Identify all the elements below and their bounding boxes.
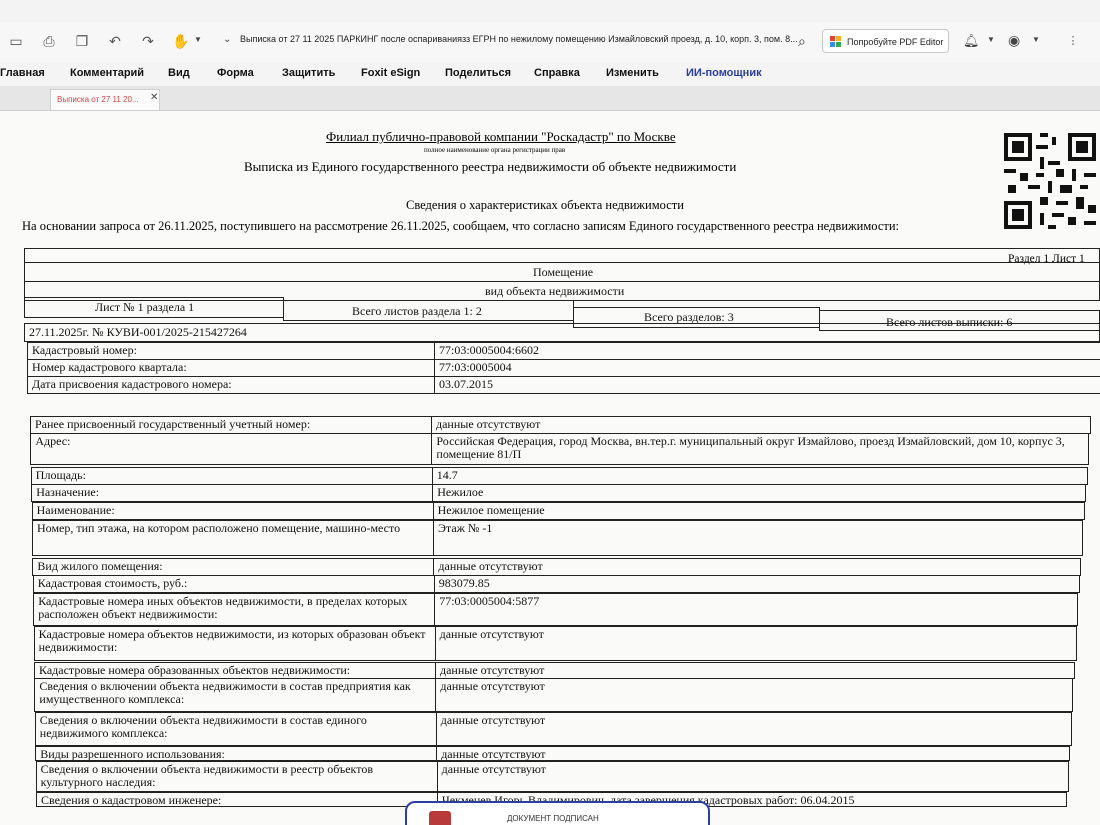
menu-home[interactable]: Главная: [0, 67, 45, 79]
property-value: Этаж № -1: [433, 520, 1083, 556]
qr-code-icon: [1000, 129, 1100, 233]
menu-view[interactable]: Вид: [168, 67, 190, 79]
header-band: [24, 248, 1100, 263]
foxit-logo-icon: [830, 36, 841, 47]
property-value: 14.7: [431, 467, 1088, 485]
property-label: Дата присвоения кадастрового номера:: [27, 376, 435, 394]
menu-help[interactable]: Справка: [534, 67, 580, 79]
pdf-reader-window: ▭ ⎙ ❐ ↶ ↷ ✋ ▼ ⌄ Выписка от 27 11 2025 ПА…: [0, 0, 1100, 825]
property-label: Сведения о включении объекта недвижимост…: [35, 761, 438, 792]
try-pdf-editor-label: Попробуйте PDF Editor: [847, 37, 944, 47]
tab-bar: Выписка от 27 11 20...: [0, 86, 1100, 111]
object-type-cell: Помещение: [24, 262, 1100, 282]
document-page: Филиал публично-правовой компании "Роска…: [0, 111, 1100, 825]
document-title: Выписка от 27 11 2025 ПАРКИНГ после оспа…: [240, 34, 798, 44]
property-label: Сведения о кадастровом инженере:: [36, 792, 438, 807]
property-value: Нежилое: [432, 484, 1087, 502]
more-icon[interactable]: ⋮: [1064, 32, 1082, 50]
property-label: Кадастровый номер:: [27, 342, 435, 360]
save-icon[interactable]: ▭: [7, 32, 25, 50]
request-reference: 27.11.2025г. № КУВИ-001/2025-215427264: [29, 325, 247, 339]
org-name-caption: полное наименование органа регистрации п…: [424, 146, 566, 154]
bell-icon[interactable]: 🔔︎: [963, 33, 980, 49]
property-value: 77:03:0005004:5877: [434, 593, 1079, 626]
property-label: Кадастровая стоимость, руб.:: [32, 575, 435, 593]
property-value: данные отсутствуют: [435, 662, 1075, 679]
top-toolbar: ▭ ⎙ ❐ ↶ ↷ ✋ ▼ ⌄ Выписка от 27 11 2025 ПА…: [0, 22, 1100, 62]
copy-icon[interactable]: ❐: [73, 32, 91, 50]
property-label: Сведения о включении объекта недвижимост…: [34, 712, 437, 746]
property-value: 77:03:0005004: [434, 359, 1100, 377]
property-value: данные отсутствуют: [434, 626, 1077, 661]
ref-cell: 27.11.2025г. № КУВИ-001/2025-215427264: [24, 323, 1100, 342]
property-value: данные отсутствуют: [431, 416, 1091, 434]
total-section-cell: Всего листов раздела 1: 2: [283, 300, 574, 321]
sheet-number: Лист № 1 раздела 1: [95, 300, 195, 314]
property-value: Российская Федерация, город Москва, вн.т…: [431, 433, 1090, 465]
user-dropdown-icon[interactable]: ▼: [1032, 35, 1040, 44]
property-value: данные отсутствуют: [435, 712, 1072, 746]
property-label: Сведения о включении объекта недвижимост…: [34, 678, 437, 712]
property-value: Нежилое помещение: [432, 502, 1085, 520]
redo-icon[interactable]: ↷: [139, 32, 157, 50]
total-section-sheets: Всего листов раздела 1: 2: [352, 304, 482, 318]
print-icon[interactable]: ⎙: [40, 32, 58, 50]
property-label: Вид жилого помещения:: [32, 558, 435, 576]
ribbon-menu: Главная Комментарий Вид Форма Защитить F…: [0, 62, 1100, 86]
info-title: Сведения о характеристиках объекта недви…: [406, 198, 684, 212]
menu-comment[interactable]: Комментарий: [70, 67, 144, 79]
try-pdf-editor-button[interactable]: Попробуйте PDF Editor: [822, 29, 949, 53]
bell-dropdown-icon[interactable]: ▼: [987, 35, 995, 44]
object-type: Помещение: [533, 265, 594, 279]
property-label: Номер, тип этажа, на котором расположено…: [32, 520, 434, 556]
property-value: 03.07.2015: [434, 376, 1100, 394]
signature-stamp: ДОКУМЕНТ ПОДПИСАН: [405, 801, 710, 825]
menu-foxit-esign[interactable]: Foxit eSign: [361, 67, 420, 79]
property-label: Адрес:: [30, 433, 433, 465]
menu-ai-assistant[interactable]: ИИ-помощник: [686, 67, 762, 79]
menu-form[interactable]: Форма: [217, 67, 254, 79]
user-icon[interactable]: ◉: [1008, 32, 1020, 49]
property-value: данные отсутствуют: [433, 558, 1082, 576]
property-label: Площадь:: [30, 467, 433, 485]
property-label: Ранее присвоенный государственный учетны…: [30, 416, 432, 434]
search-icon[interactable]: ⌕: [798, 33, 806, 50]
menu-protect[interactable]: Защитить: [282, 67, 335, 79]
title-chevron-icon[interactable]: ⌄: [223, 34, 231, 45]
property-value: данные отсутствуют: [436, 761, 1069, 792]
property-value: данные отсутствуют: [436, 746, 1071, 761]
emblem-icon: [429, 811, 451, 825]
menu-share[interactable]: Поделиться: [445, 67, 511, 79]
hand-tool-icon[interactable]: ✋: [172, 32, 190, 50]
property-label: Наименование:: [31, 502, 434, 520]
extract-title: Выписка из Единого государственного реес…: [244, 159, 737, 174]
tab-document-label: Выписка от 27 11 20...: [57, 95, 139, 104]
property-value: данные отсутствуют: [435, 678, 1074, 712]
menu-edit[interactable]: Изменить: [606, 67, 659, 79]
property-label: Назначение:: [31, 484, 434, 502]
sheet-cell: Лист № 1 раздела 1: [24, 297, 284, 318]
close-icon[interactable]: ✕: [150, 92, 158, 103]
object-type-caption: вид объекта недвижимости: [485, 284, 625, 298]
org-name: Филиал публично-правовой компании "Роска…: [326, 129, 676, 144]
request-basis: На основании запроса от 26.11.2025, пост…: [22, 219, 899, 233]
property-label: Кадастровые номера образованных объектов…: [34, 662, 436, 679]
property-label: Кадастровые номера иных объектов недвижи…: [33, 593, 436, 626]
signed-label: ДОКУМЕНТ ПОДПИСАН: [507, 814, 599, 823]
undo-icon[interactable]: ↶: [106, 32, 124, 50]
property-label: Кадастровые номера объектов недвижимости…: [33, 626, 436, 661]
property-label: Виды разрешенного использования:: [35, 746, 438, 761]
tab-document[interactable]: Выписка от 27 11 20...: [50, 89, 160, 110]
property-value: 77:03:0005004:6602: [434, 342, 1100, 360]
property-label: Номер кадастрового квартала:: [27, 359, 435, 377]
hand-tool-dropdown-icon[interactable]: ▼: [194, 35, 202, 44]
property-value: 983079.85: [433, 575, 1080, 593]
